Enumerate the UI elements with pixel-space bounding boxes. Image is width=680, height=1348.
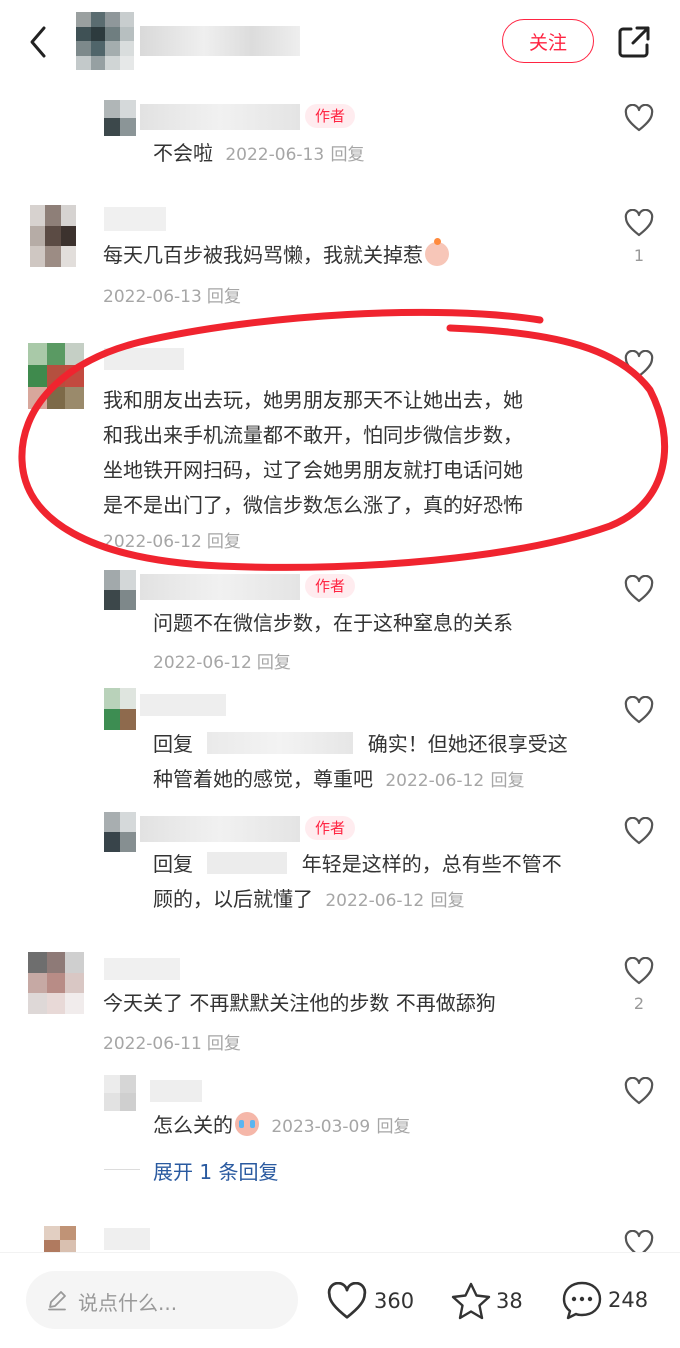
chat-bubble-icon (562, 1281, 602, 1320)
like-button[interactable]: 360 (326, 1281, 414, 1321)
like-comment-icon[interactable] (624, 104, 654, 132)
like-comment-icon[interactable] (624, 209, 654, 237)
comment-input[interactable]: 说点什么... (26, 1271, 298, 1329)
comment-input-placeholder: 说点什么... (78, 1291, 178, 1315)
comment-text: 问题不在微信步数，在于这种窒息的关系 (153, 611, 513, 635)
comment-text: 今天关了 不再默默关注他的步数 不再做舔狗 (103, 991, 496, 1015)
author-name (140, 26, 300, 56)
comment-text: 回复 确实！但她还很享受这 (153, 732, 568, 756)
reply-link[interactable]: 回复 (431, 891, 465, 911)
comment-text: 回复 年轻是这样的，总有些不管不 (153, 852, 562, 876)
avatar[interactable] (28, 952, 84, 1014)
avatar[interactable] (44, 1226, 76, 1254)
username (140, 816, 300, 842)
reply-link[interactable]: 回复 (491, 771, 525, 791)
pencil-icon (48, 1291, 66, 1311)
collect-count: 38 (496, 1289, 523, 1313)
comment-date: 2022-06-12 (153, 653, 252, 673)
reply-prefix: 回复 (153, 852, 193, 876)
heart-icon (327, 1282, 367, 1319)
username (150, 1080, 202, 1102)
like-count: 360 (374, 1289, 415, 1313)
author-tag: 作者 (305, 104, 356, 128)
comment-date: 2022-06-11 (103, 1034, 202, 1054)
back-button[interactable] (24, 22, 54, 62)
avatar[interactable] (30, 205, 76, 267)
expand-replies-link[interactable]: 展开 1 条回复 (153, 1156, 278, 1185)
comment-date: 2022-06-12 (385, 771, 485, 791)
like-comment-icon[interactable] (624, 817, 654, 845)
comment-text: 每天几百步被我妈骂懒，我就关掉惹 (103, 238, 449, 268)
reply-prefix: 回复 (153, 732, 193, 756)
comment-text: 不会啦 2022-06-13 回复 (153, 141, 365, 165)
comment-text: 顾的，以后就懂了 2022-06-12 回复 (153, 887, 465, 911)
share-icon (618, 26, 650, 58)
like-comment-icon[interactable] (624, 1077, 654, 1105)
annotation-circle (18, 308, 669, 571)
comment-date: 2022-06-12 (325, 891, 425, 911)
comment-text: 怎么关的 2023-03-09 回复 (153, 1112, 411, 1137)
star-icon (451, 1282, 491, 1320)
mentioned-user (207, 732, 354, 754)
username (140, 694, 226, 716)
crying-emoji-icon (235, 1112, 259, 1136)
like-count: 1 (633, 246, 645, 265)
comment-count: 248 (608, 1288, 649, 1312)
share-button[interactable] (616, 24, 652, 60)
mentioned-user (207, 852, 288, 874)
like-comment-icon[interactable] (624, 696, 654, 724)
avatar[interactable] (104, 100, 136, 136)
username (104, 207, 166, 231)
reply-link[interactable]: 回复 (377, 1117, 411, 1137)
comment-text: 种管着她的感觉，尊重吧 2022-06-12 回复 (153, 767, 525, 791)
reply-link[interactable]: 回复 (257, 653, 291, 673)
username (104, 1228, 150, 1250)
baby-emoji-icon (425, 238, 449, 266)
like-comment-icon[interactable] (624, 957, 654, 985)
comment-date: 2023-03-09 (271, 1117, 371, 1137)
reply-link[interactable]: 回复 (207, 1034, 241, 1054)
bottom-bar: 说点什么... 360 38 248 (0, 1252, 680, 1348)
reply-link[interactable]: 回复 (331, 145, 365, 165)
follow-label: 关注 (528, 31, 567, 54)
author-avatar[interactable] (76, 12, 134, 70)
collect-button[interactable]: 38 (450, 1281, 523, 1321)
comment-button[interactable]: 248 (560, 1279, 648, 1321)
like-count: 2 (633, 994, 645, 1013)
avatar[interactable] (104, 1075, 136, 1111)
username (140, 104, 300, 130)
avatar[interactable] (104, 812, 136, 852)
username (104, 958, 180, 980)
comment-date: 2022-06-13 (225, 145, 325, 165)
expand-replies-divider (104, 1169, 140, 1170)
author-tag: 作者 (305, 816, 356, 840)
follow-button[interactable]: 关注 (502, 19, 594, 63)
chevron-left-icon (30, 26, 46, 58)
avatar[interactable] (104, 688, 136, 730)
